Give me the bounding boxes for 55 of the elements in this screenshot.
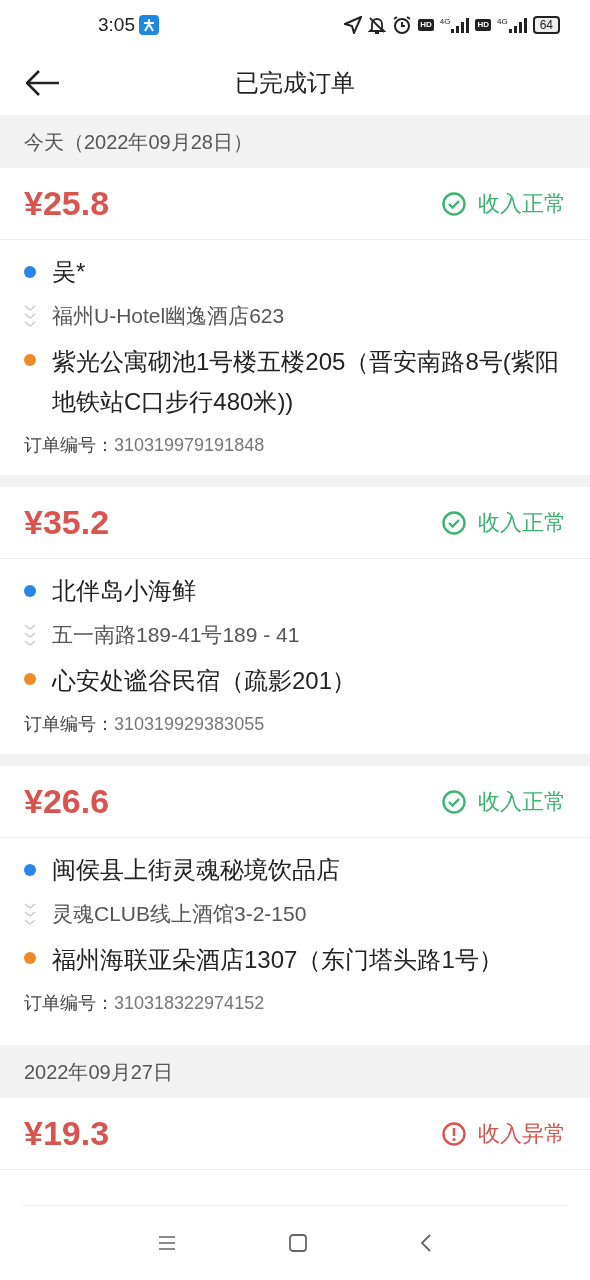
dot-icon (24, 266, 36, 278)
dot-icon (24, 864, 36, 876)
pickup-name: 北伴岛小海鲜 (52, 576, 197, 606)
dropoff-address: 心安处谧谷民宿（疏影201） (52, 666, 358, 696)
back-icon[interactable] (419, 1234, 432, 1252)
chevrons-down-icon (24, 304, 36, 328)
order-number: 310319929383055 (114, 713, 265, 736)
pickup-address: 五一南路189-41号189 - 41 (52, 622, 301, 648)
order-amount: ¥26.6 (24, 781, 110, 822)
hd-badge: HD (475, 19, 491, 31)
order-number: 310318322974152 (114, 992, 265, 1015)
dot-icon (24, 952, 36, 964)
order-amount: ¥19.3 (24, 1113, 110, 1154)
back-arrow-icon[interactable] (26, 70, 60, 96)
signal-icon (508, 17, 527, 33)
network-label: 4G (496, 17, 508, 26)
order-number-label: 订单编号： (24, 713, 114, 736)
check-circle-icon (442, 510, 466, 535)
status-time: 3:05 (98, 12, 135, 37)
app-icon (139, 15, 159, 35)
pickup-address: 福州U-Hotel幽逸酒店623 (52, 303, 286, 329)
hd-badge: HD (418, 19, 434, 31)
order-number-label: 订单编号： (24, 434, 114, 457)
order-number: 310319979191848 (114, 434, 265, 457)
income-status: 收入正常 (478, 788, 566, 816)
check-circle-icon (442, 191, 466, 216)
pickup-address: 灵魂CLUB线上酒馆3-2-150 (52, 901, 308, 927)
income-status: 收入正常 (478, 509, 566, 537)
order-number-label: 订单编号： (24, 992, 114, 1015)
chevrons-down-icon (24, 623, 36, 647)
battery-indicator: 64 (532, 16, 560, 34)
pickup-name: 吴* (52, 257, 87, 287)
pickup-name: 闽侯县上街灵魂秘境饮品店 (52, 855, 341, 885)
income-status: 收入异常 (478, 1120, 566, 1148)
home-icon[interactable] (289, 1234, 307, 1252)
muted-bell-icon (368, 16, 387, 34)
alarm-icon (392, 15, 413, 35)
date-header: 今天（2022年09月28日） (24, 129, 253, 155)
order-amount: ¥35.2 (24, 502, 110, 543)
page-title: 已完成订单 (235, 67, 355, 98)
network-label: 4G (439, 17, 451, 26)
dot-icon (24, 354, 36, 366)
dot-icon (24, 585, 36, 597)
dropoff-address: 福州海联亚朵酒店1307（东门塔头路1号） (52, 945, 504, 975)
dot-icon (24, 673, 36, 685)
chevrons-down-icon (24, 902, 36, 926)
menu-icon[interactable] (158, 1236, 177, 1250)
check-circle-icon (442, 789, 466, 814)
date-header: 2022年09月27日 (24, 1059, 173, 1085)
order-amount: ¥25.8 (24, 183, 110, 224)
income-status: 收入正常 (478, 190, 566, 218)
alert-circle-icon (442, 1121, 466, 1146)
signal-icon (451, 17, 470, 33)
dropoff-address: 紫光公寓砌池1号楼五楼205（晋安南路8号(紫阳地铁站C口步行480米)) (52, 347, 560, 417)
location-icon (344, 16, 363, 34)
